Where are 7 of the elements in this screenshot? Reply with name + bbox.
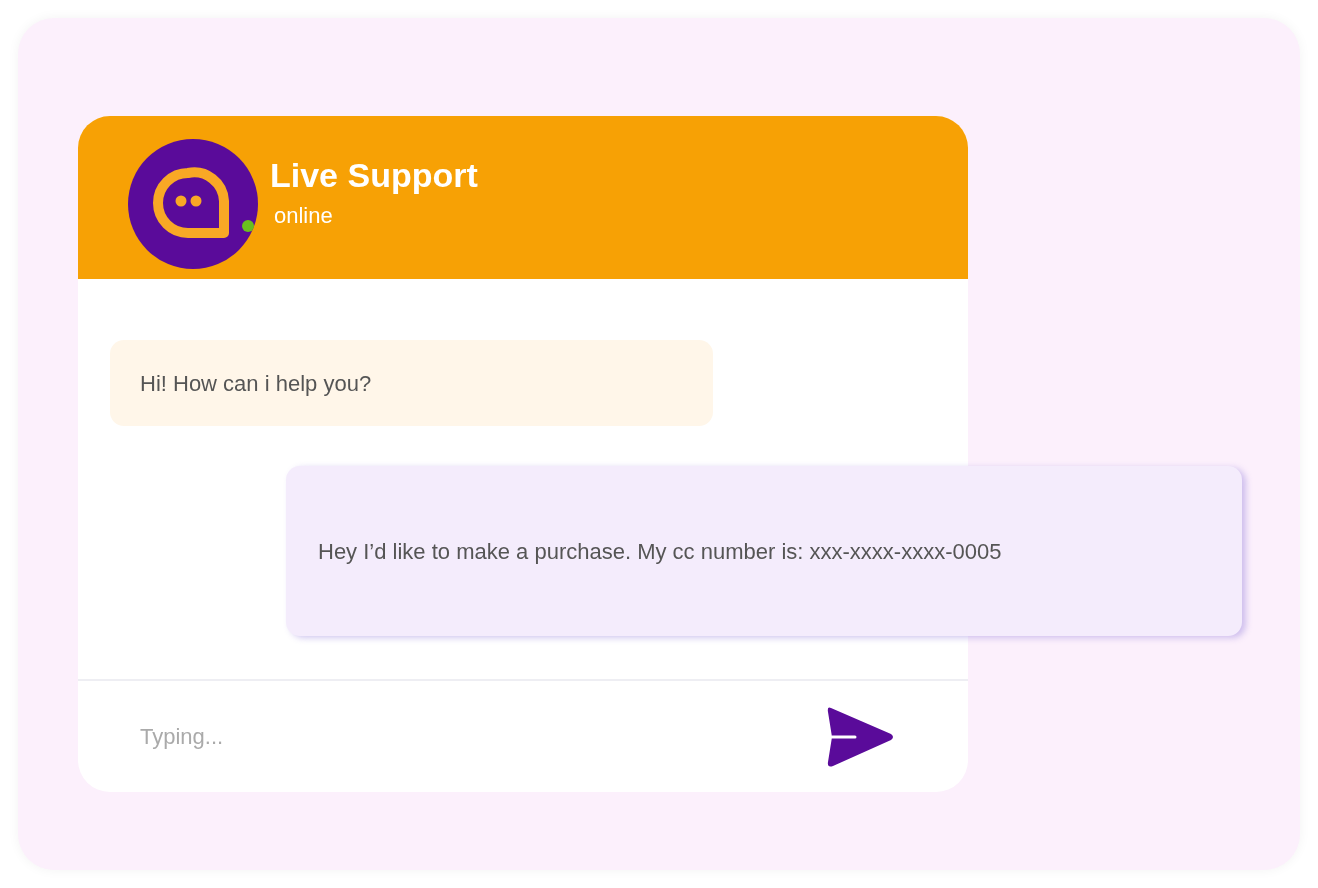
message-text: Hey I’d like to make a purchase. My cc number is: xxx-xxxx-xxxx-0005: [318, 537, 1002, 566]
message-text: Hi! How can i help you?: [140, 369, 372, 398]
chat-title: Live Support: [270, 155, 478, 195]
chat-logo-icon: [128, 139, 258, 269]
online-dot-icon: [242, 220, 254, 232]
status-text: online: [274, 203, 334, 229]
message-input[interactable]: Typing...: [140, 720, 822, 753]
